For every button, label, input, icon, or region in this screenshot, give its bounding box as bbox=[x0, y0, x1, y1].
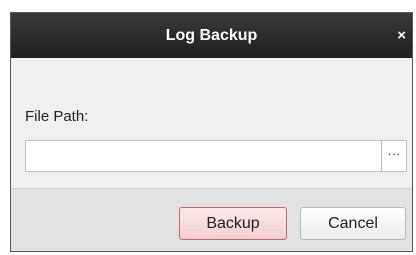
browse-button[interactable]: ··· bbox=[382, 140, 407, 172]
dialog-title: Log Backup bbox=[165, 27, 258, 44]
dialog-titlebar: Log Backup × bbox=[11, 13, 412, 58]
cancel-button[interactable]: Cancel bbox=[300, 207, 406, 240]
log-backup-dialog: Log Backup × File Path: ··· Backup Cance… bbox=[10, 12, 413, 252]
file-path-label: File Path: bbox=[25, 108, 89, 125]
close-icon[interactable]: × bbox=[397, 13, 406, 58]
dialog-footer: Backup Cancel bbox=[11, 189, 412, 251]
backup-button[interactable]: Backup bbox=[179, 207, 287, 240]
file-path-input[interactable] bbox=[25, 140, 382, 172]
dialog-body: File Path: ··· bbox=[11, 58, 412, 189]
